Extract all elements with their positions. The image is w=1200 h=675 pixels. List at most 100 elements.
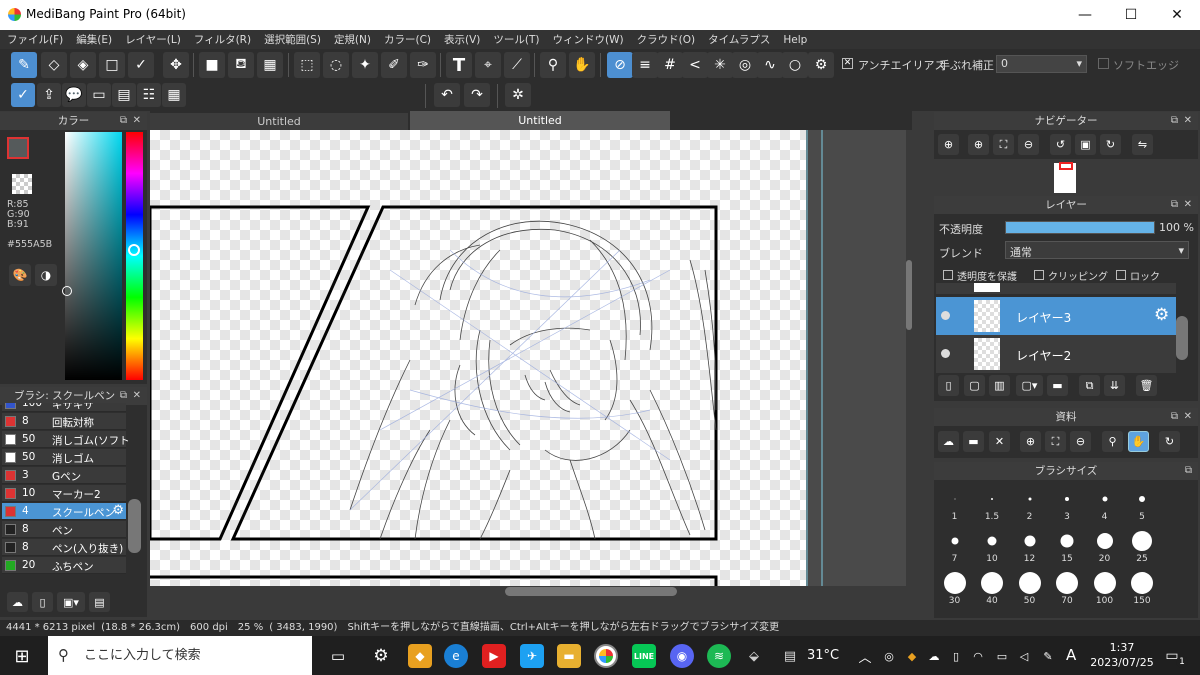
- speech-bubble-icon[interactable]: 💬: [62, 83, 86, 107]
- deselect-icon[interactable]: ✲: [505, 83, 531, 107]
- brush-size-option[interactable]: 4: [1086, 482, 1123, 522]
- nav-zoom-in-icon[interactable]: ⊕: [968, 134, 989, 155]
- tray-usb-icon[interactable]: ▯: [944, 644, 968, 668]
- navigator-viewport[interactable]: [1059, 162, 1073, 170]
- menu-filter[interactable]: フィルタ(R): [187, 30, 257, 47]
- brush-add-icon[interactable]: ▣▾: [57, 592, 85, 612]
- share-icon[interactable]: ⇪: [37, 83, 61, 107]
- move-tool-icon[interactable]: ✥: [163, 52, 189, 78]
- fill-rect-tool-icon[interactable]: ■: [199, 52, 225, 78]
- clock[interactable]: 1:37 2023/07/25: [1090, 640, 1154, 670]
- menu-view[interactable]: 表示(V): [437, 30, 486, 47]
- new-layer-halftone-icon[interactable]: ▥: [989, 375, 1010, 396]
- undock-icon[interactable]: ⧉: [1171, 112, 1178, 130]
- lock-checkbox[interactable]: [1116, 270, 1126, 280]
- snap-radial-icon[interactable]: ✳: [707, 52, 733, 78]
- add-layer-menu-icon[interactable]: ▢▾: [1016, 375, 1043, 396]
- layer-row-3[interactable]: レイヤー3 ⚙: [936, 297, 1176, 335]
- brush-size-option[interactable]: 7: [936, 524, 973, 564]
- snap-settings-icon[interactable]: ⚙: [808, 52, 834, 78]
- nav-reset-icon[interactable]: ▣: [1075, 134, 1096, 155]
- youtube-icon[interactable]: ▶: [482, 644, 506, 668]
- material-cloud-icon[interactable]: ☁: [938, 431, 959, 452]
- brush-size-option[interactable]: 20: [1086, 524, 1123, 564]
- snap-off-icon[interactable]: ⊘: [607, 52, 633, 78]
- horizontal-scrollbar[interactable]: [150, 586, 912, 597]
- brush-size-option[interactable]: 5: [1124, 482, 1161, 522]
- horizontal-scroll-thumb[interactable]: [505, 587, 677, 596]
- new-layer-icon[interactable]: ▯: [938, 375, 959, 396]
- windows-start-icon[interactable]: ⊞: [10, 644, 34, 668]
- layer-settings-gear-icon[interactable]: ⚙: [1154, 305, 1169, 325]
- rectangle-tool-icon[interactable]: □: [99, 52, 125, 78]
- material-zoom-out-icon[interactable]: ⊖: [1070, 431, 1091, 452]
- material-fit-icon[interactable]: ⛶: [1045, 431, 1066, 452]
- folder-icon[interactable]: ▬: [1047, 375, 1068, 396]
- brush-size-option[interactable]: 70: [1049, 566, 1086, 606]
- nav-rotate-right-icon[interactable]: ↻: [1100, 134, 1121, 155]
- brush-size-option[interactable]: 30: [936, 566, 973, 606]
- magic-wand-tool-icon[interactable]: ✦: [352, 52, 378, 78]
- brush-item[interactable]: 3 Gペン: [2, 467, 126, 484]
- brush-size-option[interactable]: 1.5: [974, 482, 1011, 522]
- discord-icon[interactable]: ◉: [670, 644, 694, 668]
- layer-row-partial[interactable]: [936, 283, 1176, 294]
- menu-selection[interactable]: 選択範囲(S): [257, 30, 327, 47]
- bucket-tool-icon[interactable]: ⛾: [228, 52, 254, 78]
- nav-rotate-left-icon[interactable]: ↺: [1050, 134, 1071, 155]
- search-box[interactable]: ⚲ ここに入力して検索: [48, 636, 312, 675]
- clipping-checkbox[interactable]: [1034, 270, 1044, 280]
- menu-file[interactable]: ファイル(F): [0, 30, 69, 47]
- duplicate-layer-icon[interactable]: ⧉: [1079, 375, 1100, 396]
- vertical-scrollbar[interactable]: [906, 130, 912, 586]
- brush-cloud-icon[interactable]: ☁: [7, 592, 28, 612]
- snap-curve-icon[interactable]: ∿: [757, 52, 783, 78]
- menu-ruler[interactable]: 定規(N): [327, 30, 377, 47]
- new-layer-color-icon[interactable]: ▢: [964, 375, 985, 396]
- blend-select[interactable]: 通常 ▾: [1005, 241, 1189, 259]
- sv-cursor[interactable]: [62, 286, 72, 296]
- maximize-button[interactable]: ☐: [1108, 0, 1154, 30]
- delete-layer-icon[interactable]: 🗑: [1136, 375, 1157, 396]
- undock-icon[interactable]: ⧉: [1171, 196, 1178, 214]
- brush-size-option[interactable]: 15: [1049, 524, 1086, 564]
- menu-color[interactable]: カラー(C): [377, 30, 437, 47]
- battery-icon[interactable]: ▭: [990, 644, 1014, 668]
- edge-browser-icon[interactable]: e: [444, 644, 468, 668]
- undock-icon[interactable]: ⧉: [1185, 462, 1192, 480]
- navigator-preview[interactable]: [934, 159, 1198, 193]
- tray-app-icon[interactable]: ◆: [900, 644, 924, 668]
- nav-zoom-icon[interactable]: ⊕: [938, 134, 959, 155]
- menu-tool[interactable]: ツール(T): [486, 30, 545, 47]
- color-sv-picker[interactable]: [65, 132, 122, 380]
- merge-layer-icon[interactable]: ⇊: [1104, 375, 1125, 396]
- eye-icon[interactable]: [941, 349, 950, 358]
- brush-item[interactable]: 100 ギザギザ: [2, 403, 126, 412]
- brush-item[interactable]: 20 ふちペン: [2, 557, 126, 574]
- lasso-tool-icon[interactable]: ◌: [323, 52, 349, 78]
- panel-icon[interactable]: ▦: [162, 83, 186, 107]
- brush-size-option[interactable]: 150: [1124, 566, 1161, 606]
- close-panel-icon[interactable]: ✕: [133, 112, 141, 130]
- balloon-icon[interactable]: ▭: [87, 83, 111, 107]
- select-pen-tool-icon[interactable]: ✐: [381, 52, 407, 78]
- task-view-icon[interactable]: ▭: [326, 644, 350, 668]
- page-icon[interactable]: ▤: [112, 83, 136, 107]
- settings-gear-icon[interactable]: ⚙: [369, 644, 393, 668]
- close-panel-icon[interactable]: ✕: [1184, 408, 1192, 426]
- brush-new-icon[interactable]: ▯: [32, 592, 53, 612]
- brush-size-option[interactable]: 40: [974, 566, 1011, 606]
- softedge-checkbox[interactable]: [1098, 58, 1109, 69]
- close-panel-icon[interactable]: ✕: [133, 387, 141, 405]
- material-zoom-in-icon[interactable]: ⊕: [1020, 431, 1041, 452]
- dot-pen-tool-icon[interactable]: ✓: [128, 52, 154, 78]
- brush-size-option[interactable]: 10: [974, 524, 1011, 564]
- tray-camera-icon[interactable]: ◎: [877, 644, 901, 668]
- nav-zoom-out-icon[interactable]: ⊖: [1018, 134, 1039, 155]
- brush-item[interactable]: 8 回転対称: [2, 413, 126, 430]
- brush-list-scrollbar[interactable]: [128, 499, 141, 553]
- antialias-checkbox[interactable]: ✕: [842, 58, 853, 69]
- transparent-color-swatch[interactable]: [12, 174, 32, 194]
- brush-size-option[interactable]: 25: [1124, 524, 1161, 564]
- hue-cursor[interactable]: [128, 244, 140, 256]
